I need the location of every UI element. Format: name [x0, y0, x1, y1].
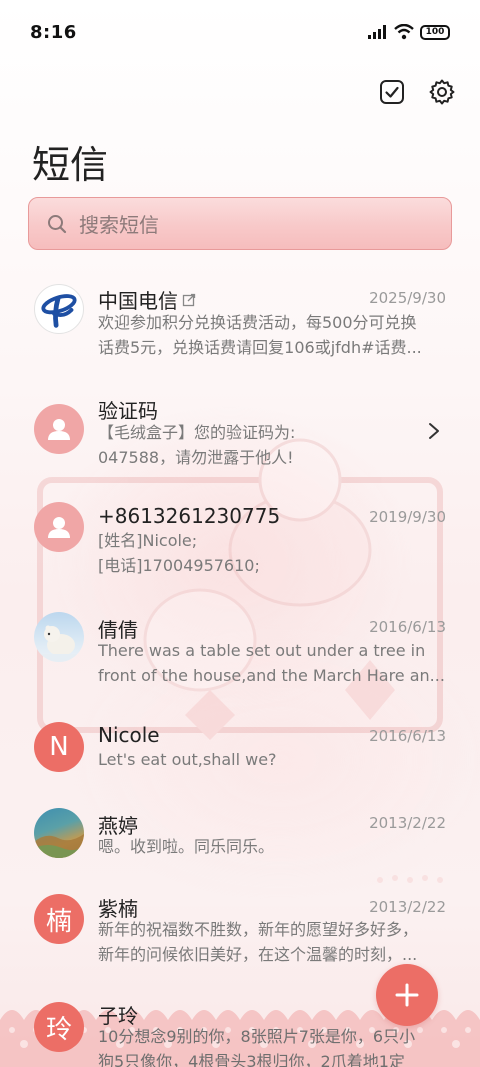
conversation-preview: 嗯。收到啦。同乐同乐。 [98, 834, 448, 859]
conversation-preview: 新年的祝福数不胜数，新年的愿望好多好多， 新年的问候依旧美好，在这个温馨的时刻，… [98, 917, 448, 967]
letter-avatar: 楠 [34, 894, 84, 944]
search-placeholder: 搜索短信 [79, 213, 159, 237]
letter-avatar: 玲 [34, 1002, 84, 1052]
status-icons: 100 [368, 24, 450, 40]
conversation-preview: 10分想念9别的你，8张照片7张是你，6只小 狗5只像你，4根骨头3根归你，2爪… [98, 1024, 448, 1067]
preview-line: 话费5元，兑换话费请回复106或jfdh#话费... [98, 338, 422, 357]
landscape-avatar [34, 808, 84, 858]
plus-icon [395, 983, 419, 1007]
settings-gear-icon[interactable] [428, 78, 456, 106]
preview-line: Let's eat out,shall we? [98, 750, 277, 769]
header-actions [378, 78, 456, 106]
preview-line: 狗5只像你，4根骨头3根归你，2爪着地1定 [98, 1052, 405, 1067]
checkbox-select-icon[interactable] [378, 78, 406, 106]
search-icon [48, 214, 67, 233]
polar-bear-photo-icon [34, 625, 84, 662]
letter-avatar: N [34, 722, 84, 772]
compose-button[interactable] [376, 964, 438, 1026]
signal-icon [368, 25, 386, 39]
conversation-item[interactable]: N Nicole 2016/6/13 Let's eat out,shall w… [0, 712, 480, 790]
preview-line: front of the house,and the March Hare an… [98, 666, 445, 685]
landscape-photo-icon [34, 834, 84, 858]
preview-line: 10分想念9别的你，8张照片7张是你，6只小 [98, 1027, 416, 1046]
preview-line: 新年的问候依旧美好，在这个温馨的时刻，... [98, 945, 418, 964]
preview-line: 新年的祝福数不胜数，新年的愿望好多好多， [98, 920, 419, 939]
chevron-right-icon [429, 423, 439, 439]
conversation-date: 2013/2/22 [369, 814, 446, 832]
person-icon [48, 419, 70, 440]
china-telecom-avatar [34, 284, 84, 334]
person-icon [48, 517, 70, 538]
preview-line: 047588，请勿泄露于他人! [98, 448, 294, 467]
preview-line: [姓名]Nicole; [98, 531, 198, 550]
page-title: 短信 [32, 143, 109, 187]
external-link-icon [182, 293, 196, 306]
conversation-item[interactable]: 验证码 【毛绒盒子】您的验证码为: 047588，请勿泄露于他人! [0, 382, 480, 482]
search-input[interactable]: 搜索短信 [28, 197, 452, 250]
conversation-name: Nicole [98, 723, 160, 747]
conversation-date: 2019/9/30 [369, 508, 446, 526]
preview-line: 【毛绒盒子】您的验证码为: [98, 423, 296, 442]
contact-avatar [34, 502, 84, 552]
conversation-item[interactable]: 倩倩 2016/6/13 There was a table set out u… [0, 602, 480, 702]
conversation-item[interactable]: +8613261230775 2019/9/30 [姓名]Nicole; [电话… [0, 492, 480, 592]
battery-indicator: 100 [420, 24, 450, 40]
preview-line: There was a table set out under a tree i… [98, 641, 426, 660]
status-time: 8:16 [30, 22, 77, 43]
preview-line: 欢迎参加积分兑换话费活动，每500分可兑换 [98, 313, 417, 332]
conversation-preview: 欢迎参加积分兑换话费活动，每500分可兑换 话费5元，兑换话费请回复106或jf… [98, 310, 448, 360]
conversation-date: 2013/2/22 [369, 898, 446, 916]
conversation-date: 2016/6/13 [369, 727, 446, 745]
preview-line: [电话]17004957610; [98, 556, 260, 575]
conversation-preview: There was a table set out under a tree i… [98, 638, 448, 688]
china-telecom-logo-icon [41, 294, 77, 328]
conversation-date: 2016/6/13 [369, 618, 446, 636]
conversation-item[interactable]: 燕婷 2013/2/22 嗯。收到啦。同乐同乐。 [0, 798, 480, 878]
conversation-preview: 【毛绒盒子】您的验证码为: 047588，请勿泄露于他人! [98, 420, 448, 470]
polar-bear-avatar [34, 612, 84, 662]
conversation-preview: Let's eat out,shall we? [98, 747, 448, 772]
conversation-name: +8613261230775 [98, 504, 281, 528]
wifi-icon [394, 24, 414, 40]
status-bar: 8:16 100 [0, 0, 480, 64]
conversation-preview: [姓名]Nicole; [电话]17004957610; [98, 528, 448, 578]
conversation-item[interactable]: 中国电信 2025/9/30 欢迎参加积分兑换话费活动，每500分可兑换 话费5… [0, 272, 480, 370]
conversation-date: 2025/9/30 [369, 289, 446, 307]
preview-line: 嗯。收到啦。同乐同乐。 [98, 837, 275, 856]
contact-avatar [34, 404, 84, 454]
